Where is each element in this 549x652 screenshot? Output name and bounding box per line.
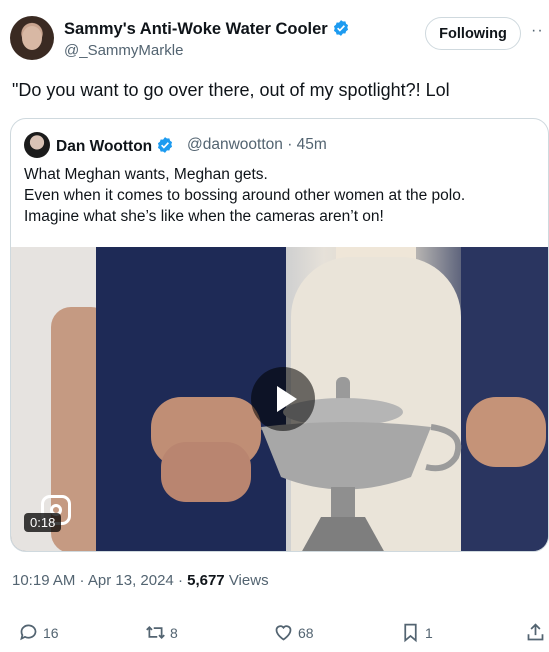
author-handle[interactable]: @_SammyMarkle [64, 42, 183, 59]
action-bar: 16 8 68 1 [0, 622, 549, 652]
quoted-author-name: Dan Wootton [56, 138, 153, 155]
reply-button[interactable]: 16 [18, 622, 59, 643]
quoted-tweet-text: What Meghan wants, Meghan gets. Even whe… [24, 164, 544, 227]
reply-icon [20, 624, 37, 641]
views-label: Views [224, 572, 269, 589]
quoted-text-line: What Meghan wants, Meghan gets. [24, 166, 268, 183]
quoted-text-line: Imagine what she’s like when the cameras… [24, 208, 384, 225]
video-duration: 0:18 [24, 513, 62, 532]
quoted-text-line: Even when it comes to bossing around oth… [24, 187, 466, 204]
quoted-tweet[interactable]: Dan Wootton @danwootton · 45m What Megha… [10, 118, 549, 552]
quoted-author-avatar [24, 132, 50, 158]
heart-icon [275, 625, 292, 641]
author-name[interactable]: Sammy's Anti-Woke Water Cooler [64, 20, 328, 38]
like-count: 68 [298, 624, 314, 641]
video-scene-hand [466, 397, 546, 467]
reply-count: 16 [43, 624, 59, 641]
tweet-timestamp[interactable]: 10:19 AM · Apr 13, 2024 · [12, 572, 187, 589]
tweet-meta: 10:19 AM · Apr 13, 2024 · 5,677 Views [12, 572, 269, 589]
quoted-author-name-row: Dan Wootton [56, 136, 174, 156]
share-icon [527, 623, 544, 641]
views-count: 5,677 [187, 572, 225, 589]
video-scene-hand [161, 442, 251, 502]
video-player[interactable]: 0:18 [11, 247, 548, 551]
repost-button[interactable]: 8 [145, 622, 178, 643]
video-scene-logo [126, 377, 133, 408]
play-button-icon[interactable] [251, 367, 315, 431]
more-options-icon[interactable]: ·· [531, 22, 544, 40]
like-button[interactable]: 68 [273, 622, 314, 643]
bookmark-icon [404, 623, 417, 643]
following-button[interactable]: Following [425, 17, 521, 50]
bookmark-button[interactable]: 1 [400, 622, 433, 643]
author-name-row[interactable]: Sammy's Anti-Woke Water Cooler [64, 19, 350, 39]
verified-badge-icon [333, 20, 348, 36]
repost-icon [146, 626, 165, 639]
quoted-author-handle-time: @danwootton · 45m [187, 136, 327, 153]
tweet-text: "Do you want to go over there, out of my… [12, 80, 450, 100]
tweet-header: Sammy's Anti-Woke Water Cooler @_SammyMa… [0, 0, 549, 70]
bookmark-count: 1 [425, 624, 433, 641]
share-button[interactable] [525, 622, 546, 643]
verified-badge-icon [158, 137, 173, 153]
repost-count: 8 [170, 624, 178, 641]
author-avatar[interactable] [10, 16, 54, 60]
